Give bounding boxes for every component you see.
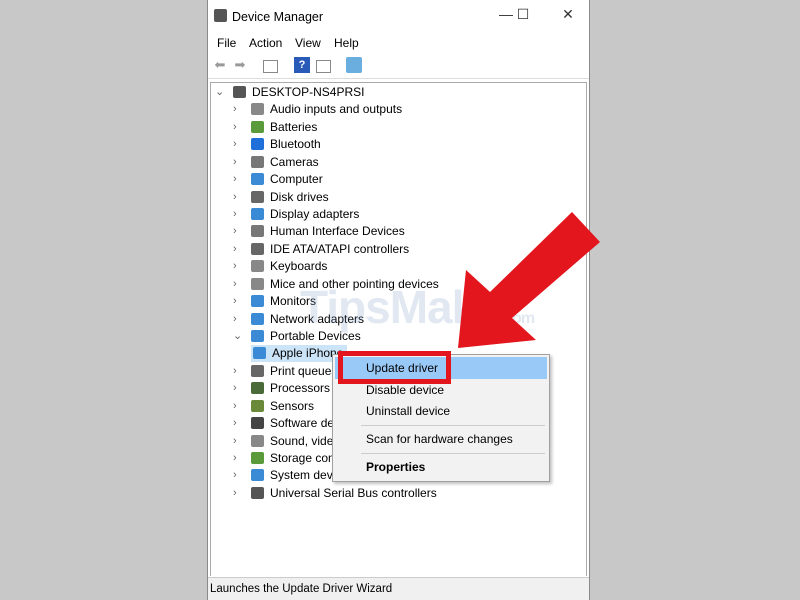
red-arrow-icon bbox=[458, 212, 600, 348]
